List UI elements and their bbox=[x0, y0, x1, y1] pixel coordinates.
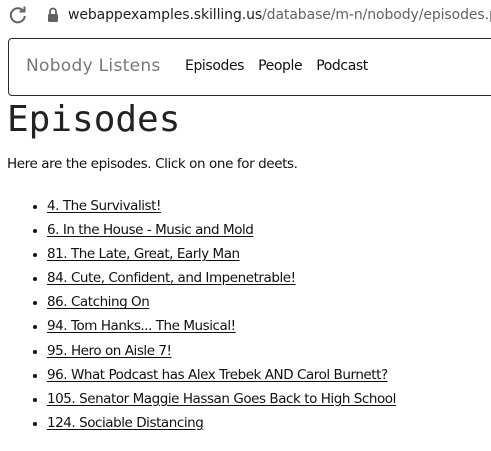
list-item: 4. The Survivalist! bbox=[47, 196, 396, 220]
list-item: 6. In the House - Music and Mold bbox=[47, 220, 396, 244]
site-navbar: Nobody Listens Episodes People Podcast bbox=[8, 38, 491, 96]
url-field[interactable]: webappexamples.skilling.us/database/m-n/… bbox=[68, 7, 491, 23]
episode-link[interactable]: 96. What Podcast has Alex Trebek AND Car… bbox=[47, 367, 388, 383]
url-path: /database/m-n/nobody/episodes.php bbox=[262, 7, 491, 23]
episode-link[interactable]: 94. Tom Hanks... The Musical! bbox=[47, 318, 236, 334]
nav-link-episodes[interactable]: Episodes bbox=[185, 58, 244, 74]
episode-link[interactable]: 4. The Survivalist! bbox=[47, 198, 161, 214]
list-item: 95. Hero on Aisle 7! bbox=[47, 341, 396, 365]
lock-icon[interactable] bbox=[47, 7, 59, 23]
page-title: Episodes bbox=[7, 99, 181, 140]
episode-link[interactable]: 86. Catching On bbox=[47, 294, 150, 310]
list-item: 124. Sociable Distancing bbox=[47, 413, 396, 437]
list-item: 94. Tom Hanks... The Musical! bbox=[47, 316, 396, 340]
nav-link-podcast[interactable]: Podcast bbox=[316, 58, 368, 74]
episode-list: 4. The Survivalist! 6. In the House - Mu… bbox=[0, 196, 396, 437]
nav-links: Episodes People Podcast bbox=[185, 58, 382, 74]
brand-logo[interactable]: Nobody Listens bbox=[26, 56, 161, 76]
list-item: 84. Cute, Confident, and Impenetrable! bbox=[47, 268, 396, 292]
episode-link[interactable]: 6. In the House - Music and Mold bbox=[47, 222, 254, 238]
episode-link[interactable]: 105. Senator Maggie Hassan Goes Back to … bbox=[47, 391, 396, 407]
episode-link[interactable]: 84. Cute, Confident, and Impenetrable! bbox=[47, 270, 296, 286]
list-item: 86. Catching On bbox=[47, 292, 396, 316]
browser-address-bar: webappexamples.skilling.us/database/m-n/… bbox=[0, 0, 491, 30]
intro-text: Here are the episodes. Click on one for … bbox=[7, 156, 298, 172]
list-item: 96. What Podcast has Alex Trebek AND Car… bbox=[47, 365, 396, 389]
list-item: 81. The Late, Great, Early Man bbox=[47, 244, 396, 268]
reload-icon[interactable] bbox=[8, 5, 28, 25]
url-host: webappexamples.skilling.us bbox=[68, 7, 263, 23]
episode-link[interactable]: 95. Hero on Aisle 7! bbox=[47, 343, 172, 359]
list-item: 105. Senator Maggie Hassan Goes Back to … bbox=[47, 389, 396, 413]
episode-link[interactable]: 81. The Late, Great, Early Man bbox=[47, 246, 240, 262]
nav-link-people[interactable]: People bbox=[258, 58, 303, 74]
episode-link[interactable]: 124. Sociable Distancing bbox=[47, 415, 204, 431]
